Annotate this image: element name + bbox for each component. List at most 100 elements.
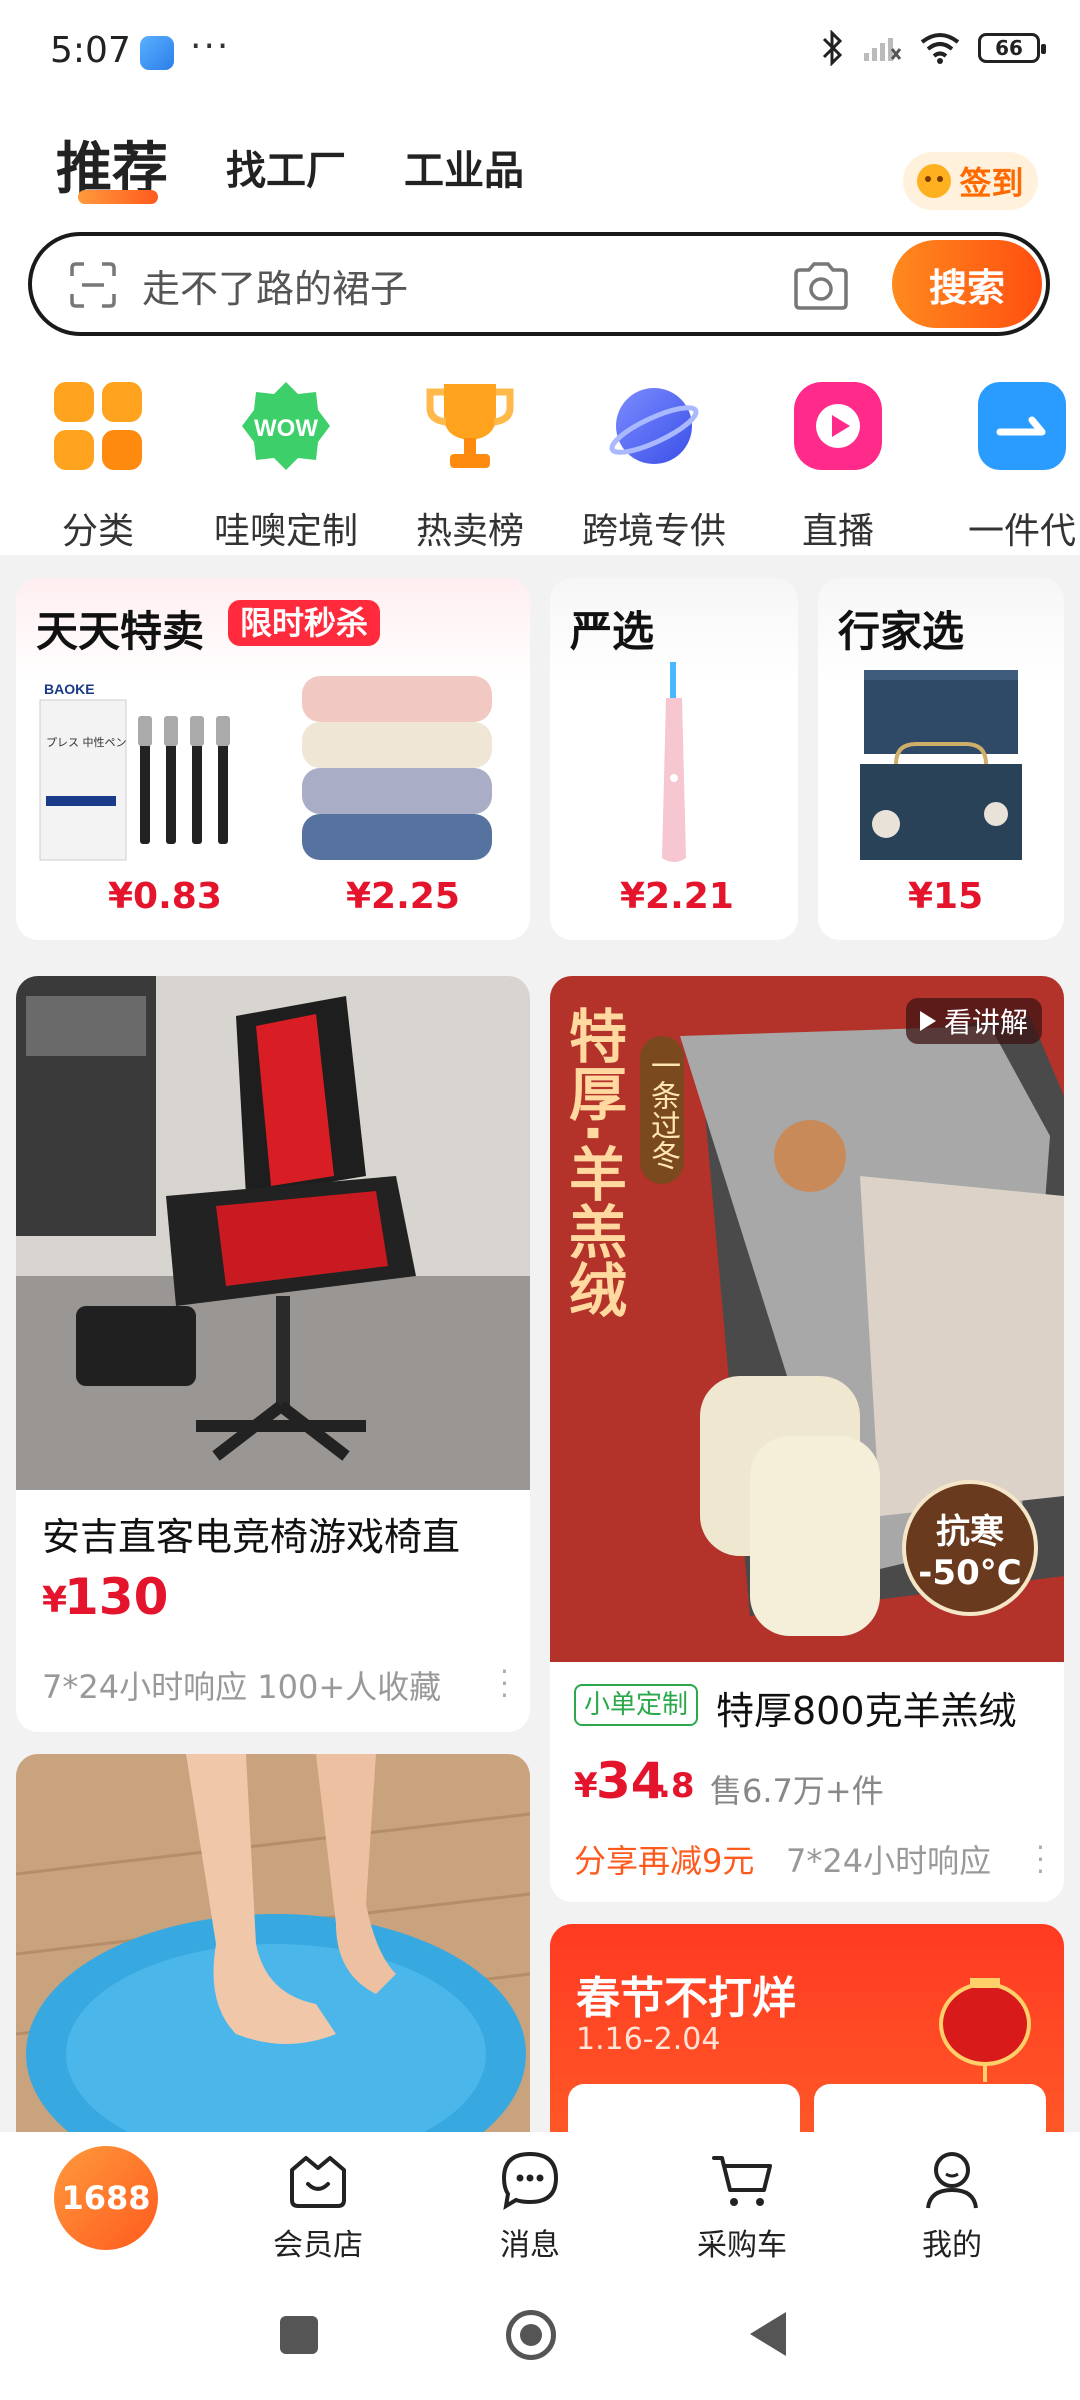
planet-icon — [608, 380, 700, 472]
quick-nav-category[interactable]: 分类 — [8, 380, 188, 554]
recent-apps-button[interactable] — [280, 2316, 318, 2354]
quick-nav-label: 跨境专供 — [581, 511, 726, 552]
deal-price-2: ¥2.25 — [346, 876, 460, 917]
bluetooth-icon — [822, 30, 843, 66]
promo-title: 天天特卖 — [36, 607, 205, 656]
promo-vertical-text: 特厚·羊羔绒 — [559, 1006, 627, 1319]
cold-badge-line1: 抗寒 — [936, 1512, 1004, 1552]
toothbrush-product-image — [662, 662, 686, 862]
gaming-chair-image — [16, 976, 530, 1490]
signin-face-icon — [917, 164, 952, 198]
quick-nav-live[interactable]: 直播 — [748, 380, 928, 554]
festival-banner[interactable]: 春节不打烊 1.16-2.04 — [550, 1924, 1064, 2154]
status-icons: 66 — [820, 30, 1046, 66]
promo-vertical-tag: 一条过冬 — [640, 1036, 684, 1184]
watch-label: 看讲解 — [943, 1006, 1028, 1039]
quick-nav-hot-list[interactable]: 热卖榜 — [380, 380, 560, 554]
share-discount: 分享再减9元 — [574, 1842, 755, 1880]
quick-nav-dropship[interactable]: 一件代 — [932, 380, 1080, 554]
sold-count: 售6.7万+件 — [710, 1772, 884, 1810]
nav-label: 会员店 — [273, 2228, 363, 2263]
watch-explanation-button[interactable]: 看讲解 — [905, 998, 1042, 1044]
festival-title: 春节不打烊 — [576, 1973, 796, 2024]
nav-home[interactable]: 1688 — [26, 2146, 186, 2250]
promo-title: 行家选 — [838, 607, 965, 656]
back-button[interactable] — [750, 2312, 786, 2356]
svg-text:WOW: WOW — [254, 415, 318, 442]
pen-brand: BAOKE — [44, 681, 95, 697]
forward-arrow-icon — [976, 380, 1068, 472]
home-button[interactable] — [506, 2310, 556, 2360]
cell-signal-icon — [864, 38, 902, 61]
product-card-gaming-chair[interactable]: 安吉直客电竞椅游戏椅直 ¥ 130 7*24小时响应 100+人收藏 · · · — [16, 976, 530, 1732]
status-bar: 5:07 ··· 66 — [0, 0, 1080, 105]
quick-nav-cross-border[interactable]: 跨境专供 — [564, 380, 744, 554]
signin-label: 签到 — [959, 164, 1024, 202]
promo-expert-select[interactable]: 行家选 ¥15 — [818, 578, 1064, 940]
product-title: 安吉直客电竞椅游戏椅直 — [42, 1515, 461, 1559]
camera-icon[interactable] — [792, 260, 850, 312]
product-card-foot-mat[interactable] — [16, 1754, 530, 2154]
custom-order-tag: 小单定制 — [574, 1684, 699, 1726]
nav-messages[interactable]: 消息 — [450, 2150, 610, 2264]
profile-icon — [926, 2152, 978, 2209]
quick-nav-label: 一件代 — [967, 511, 1076, 552]
bottom-nav: 1688 会员店 消息 采购车 我的 — [0, 2132, 1080, 2268]
cold-badge-line2: -50°C — [918, 1553, 1022, 1593]
cold-resistance-badge: 抗寒 -50°C — [902, 1480, 1038, 1616]
more-notifications-icon: ··· — [190, 26, 231, 67]
active-tab-indicator — [78, 190, 158, 204]
gift-box-product-image — [860, 670, 1022, 860]
quick-nav-label: 哇噢定制 — [213, 511, 358, 552]
live-play-icon — [792, 380, 884, 472]
product-title: 特厚800克羊羔绒 — [716, 1689, 1017, 1733]
battery-icon: 66 — [978, 33, 1046, 63]
category-grid-icon — [52, 380, 144, 472]
promo-daily-deal[interactable]: 天天特卖 限时秒杀 BAOKE プレス 中性ペン ¥0.83 ¥2.25 — [16, 578, 530, 940]
festival-dates: 1.16-2.04 — [576, 2022, 721, 2057]
message-icon — [501, 2151, 559, 2210]
cart-icon — [712, 2156, 772, 2206]
home-logo-text: 1688 — [61, 2179, 151, 2217]
nav-cart[interactable]: 采购车 — [662, 2150, 822, 2264]
more-options-icon[interactable]: · · · — [1036, 1834, 1045, 1886]
app-notification-icon — [140, 36, 174, 70]
towel-product-image — [302, 676, 492, 860]
price-symbol: ¥ — [574, 1766, 598, 1806]
signin-button[interactable]: 签到 — [903, 152, 1038, 210]
search-input[interactable]: 走不了路的裙子 — [142, 258, 408, 313]
nav-label: 消息 — [500, 2228, 560, 2263]
tab-industrial[interactable]: 工业品 — [404, 138, 524, 196]
nav-member-store[interactable]: 会员店 — [238, 2150, 398, 2264]
tab-find-factory[interactable]: 找工厂 — [226, 138, 346, 196]
expert-select-price: ¥15 — [908, 876, 984, 917]
flash-sale-badge: 限时秒杀 — [228, 600, 381, 646]
foot-mat-image — [16, 1754, 530, 2154]
product-card-fleece-pants[interactable]: 看讲解 特厚·羊羔绒 一条过冬 抗寒 -50°C 小单定制 特厚800克羊羔绒 … — [550, 976, 1064, 1902]
pen-box-text: プレス 中性ペン — [46, 735, 127, 749]
pen-product-image: BAOKE プレス 中性ペン — [39, 681, 230, 861]
home-1688-logo: 1688 — [54, 2146, 158, 2250]
nav-label: 我的 — [922, 2228, 982, 2263]
trophy-icon — [424, 380, 516, 472]
product-price: 130 — [64, 1568, 169, 1626]
home-button-dot — [520, 2324, 542, 2346]
scan-icon[interactable] — [70, 262, 116, 308]
quick-nav-wow-custom[interactable]: WOW 哇噢定制 — [196, 380, 376, 554]
deal-price-1: ¥0.83 — [108, 876, 222, 917]
more-options-icon[interactable]: · · · — [500, 1658, 509, 1710]
system-nav-bar — [0, 2268, 1080, 2400]
search-bar[interactable]: 走不了路的裙子 搜索 — [28, 232, 1050, 336]
strict-select-price: ¥2.21 — [620, 876, 734, 917]
play-icon — [919, 1011, 936, 1031]
promo-strict-select[interactable]: 严选 ¥2.21 — [550, 578, 798, 940]
response-time: 7*24小时响应 — [786, 1842, 992, 1880]
nav-profile[interactable]: 我的 — [872, 2150, 1032, 2264]
search-button[interactable]: 搜索 — [892, 240, 1042, 328]
quick-nav-label: 分类 — [61, 511, 134, 552]
product-price-int: 34 — [596, 1752, 666, 1810]
promo-title: 严选 — [570, 607, 655, 656]
status-time: 5:07 — [50, 30, 131, 71]
quick-nav-label: 热卖榜 — [415, 511, 524, 552]
wow-badge-icon: WOW — [240, 380, 332, 472]
